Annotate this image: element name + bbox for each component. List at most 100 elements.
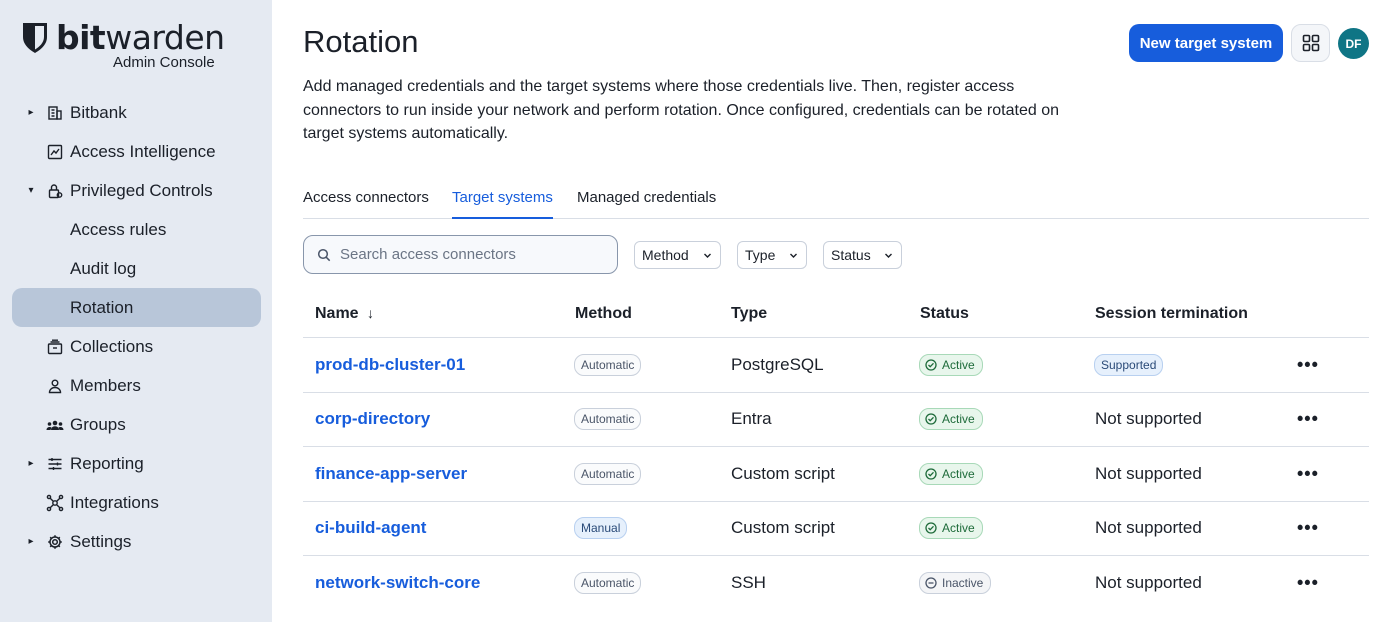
brand-subtitle: Admin Console [113, 54, 215, 71]
row-menu-button[interactable]: ••• [1297, 354, 1319, 375]
method-badge: Manual [574, 517, 628, 540]
caret-down-icon[interactable]: ▾ [26, 185, 36, 196]
chevron-down-icon [790, 253, 797, 258]
sidebar-item-collections[interactable]: Collections [12, 327, 261, 366]
shield-logo-icon [23, 23, 47, 53]
minus-circle-icon [925, 577, 937, 589]
sidebar-item-privileged-controls[interactable]: ▾ Privileged Controls [12, 171, 261, 210]
status-badge: Active [919, 408, 983, 431]
sidebar-item-rotation[interactable]: Rotation [12, 288, 261, 327]
row-menu-button[interactable]: ••• [1297, 409, 1319, 430]
session-text: Not supported [1095, 463, 1202, 483]
sidebar-item-label: Privileged Controls [70, 180, 213, 200]
tab-managed-credentials[interactable]: Managed credentials [577, 187, 716, 219]
tab-target-systems[interactable]: Target systems [452, 187, 553, 219]
type-text: Custom script [731, 463, 835, 483]
new-target-system-button[interactable]: New target system [1129, 24, 1283, 62]
column-header-method: Method [575, 305, 632, 322]
avatar[interactable]: DF [1338, 28, 1369, 59]
target-name-link[interactable]: network-switch-core [315, 573, 480, 593]
sidebar: bitwarden Admin Console ▸ Bitbank Access… [0, 0, 272, 622]
page-title: Rotation [303, 24, 419, 59]
user-icon [46, 377, 64, 395]
sidebar-item-label: Integrations [70, 492, 159, 512]
sidebar-item-label: Settings [70, 531, 132, 551]
column-header-status: Status [920, 305, 969, 322]
row-menu-button[interactable]: ••• [1297, 573, 1319, 594]
product-switcher-button[interactable] [1291, 24, 1330, 62]
integrations-icon [46, 494, 64, 512]
sidebar-item-access-intelligence[interactable]: Access Intelligence [12, 132, 261, 171]
table-row: prod-db-cluster-01 Automatic PostgreSQL … [303, 338, 1369, 393]
search-icon [317, 248, 331, 261]
sidebar-item-label: Collections [70, 336, 154, 356]
column-header-name[interactable]: Name ↓ [315, 305, 374, 323]
chart-icon [46, 143, 64, 161]
session-text: Not supported [1095, 518, 1202, 538]
session-badge: Supported [1094, 353, 1164, 376]
status-badge: Active [919, 517, 983, 540]
chevron-down-icon [885, 253, 892, 258]
table-row: ci-build-agent Manual Custom script Acti… [303, 502, 1369, 556]
sliders-icon [46, 455, 64, 473]
column-header-session-termination: Session termination [1095, 305, 1248, 322]
table-row: corp-directory Automatic Entra Active No… [303, 393, 1369, 447]
main-content: Rotation Add managed credentials and the… [272, 0, 1400, 622]
type-text: SSH [731, 573, 766, 593]
sidebar-item-groups[interactable]: Groups [12, 405, 261, 444]
caret-right-icon[interactable]: ▸ [26, 536, 36, 547]
chevron-down-icon [704, 253, 711, 258]
building-icon [46, 104, 64, 122]
session-text: Not supported [1095, 573, 1202, 593]
users-icon [46, 416, 64, 434]
sidebar-item-reporting[interactable]: ▸ Reporting [12, 444, 261, 483]
sidebar-item-integrations[interactable]: Integrations [12, 483, 261, 522]
target-name-link[interactable]: prod-db-cluster-01 [315, 355, 465, 375]
caret-right-icon[interactable]: ▸ [26, 458, 36, 469]
method-filter[interactable]: Method [634, 241, 721, 269]
status-badge: Active [919, 353, 983, 376]
type-filter[interactable]: Type [737, 241, 807, 269]
lock-icon [46, 182, 64, 200]
method-badge: Automatic [574, 353, 642, 376]
tab-bar: Access connectors Target systems Managed… [303, 187, 1369, 219]
target-name-link[interactable]: corp-directory [315, 409, 430, 429]
method-badge: Automatic [574, 408, 642, 431]
check-circle-icon [925, 359, 937, 371]
bitwarden-logo[interactable]: bitwarden Admin Console [22, 18, 225, 71]
target-name-link[interactable]: ci-build-agent [315, 518, 426, 538]
session-text: Not supported [1095, 409, 1202, 429]
table-row: finance-app-server Automatic Custom scri… [303, 447, 1369, 502]
target-systems-table: Name ↓ Method Type Status Session termin… [303, 295, 1369, 611]
search-input[interactable] [340, 246, 600, 263]
sidebar-item-members[interactable]: Members [12, 366, 261, 405]
row-menu-button[interactable]: ••• [1297, 463, 1319, 484]
check-circle-icon [925, 522, 937, 534]
sidebar-item-access-rules[interactable]: Access rules [12, 210, 261, 249]
gear-icon [46, 533, 64, 551]
check-circle-icon [925, 413, 937, 425]
tab-access-connectors[interactable]: Access connectors [303, 187, 429, 219]
row-menu-button[interactable]: ••• [1297, 518, 1319, 539]
check-circle-icon [925, 468, 937, 480]
brand-name: bitwarden [56, 18, 225, 57]
sidebar-item-label: Reporting [70, 453, 144, 473]
caret-right-icon[interactable]: ▸ [26, 107, 36, 118]
sort-down-icon: ↓ [367, 305, 375, 321]
sidebar-item-bitbank[interactable]: ▸ Bitbank [12, 93, 261, 132]
method-badge: Automatic [574, 572, 642, 595]
table-header: Name ↓ Method Type Status Session termin… [303, 295, 1369, 338]
type-text: Entra [731, 409, 772, 429]
column-header-type: Type [731, 305, 768, 322]
sidebar-item-label: Groups [70, 414, 126, 434]
type-text: PostgreSQL [731, 354, 824, 374]
target-name-link[interactable]: finance-app-server [315, 464, 467, 484]
sidebar-nav: ▸ Bitbank Access Intelligence ▾ Privileg… [12, 93, 261, 561]
status-badge: Active [919, 462, 983, 485]
sidebar-item-settings[interactable]: ▸ Settings [12, 522, 261, 561]
sidebar-item-audit-log[interactable]: Audit log [12, 249, 261, 288]
search-field[interactable] [303, 235, 618, 274]
status-filter[interactable]: Status [823, 241, 902, 269]
page-description: Add managed credentials and the target s… [303, 78, 1059, 142]
sidebar-item-label: Members [70, 375, 141, 395]
